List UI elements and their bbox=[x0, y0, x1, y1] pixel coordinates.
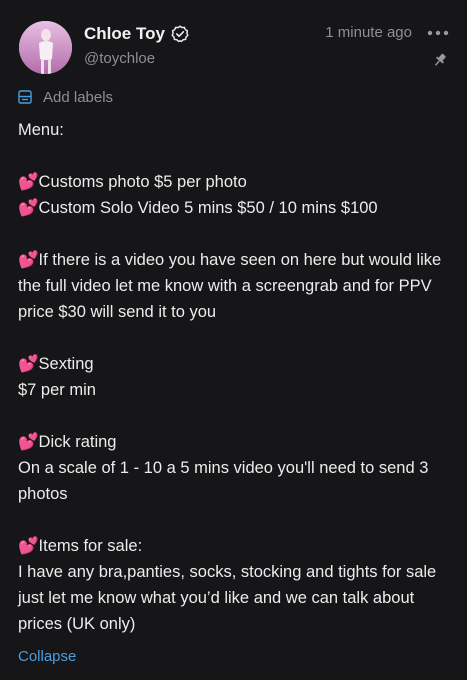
collapse-link[interactable]: Collapse bbox=[18, 648, 76, 665]
author-name[interactable]: Chloe Toy bbox=[84, 24, 165, 44]
pin-icon[interactable] bbox=[432, 52, 448, 68]
author-row: Chloe Toy bbox=[84, 23, 189, 45]
avatar[interactable] bbox=[19, 21, 72, 74]
post-timestamp[interactable]: 1 minute ago bbox=[325, 24, 412, 41]
avatar-image bbox=[19, 21, 72, 74]
author-handle[interactable]: @toychloe bbox=[84, 50, 155, 67]
verified-badge-icon bbox=[171, 25, 189, 43]
add-labels-label: Add labels bbox=[43, 88, 114, 106]
more-options-icon[interactable] bbox=[427, 28, 449, 38]
label-icon bbox=[18, 90, 32, 104]
add-labels-button[interactable]: Add labels bbox=[18, 87, 113, 107]
post-body: Menu: 💕Customs photo $5 per photo 💕Custo… bbox=[18, 121, 442, 633]
